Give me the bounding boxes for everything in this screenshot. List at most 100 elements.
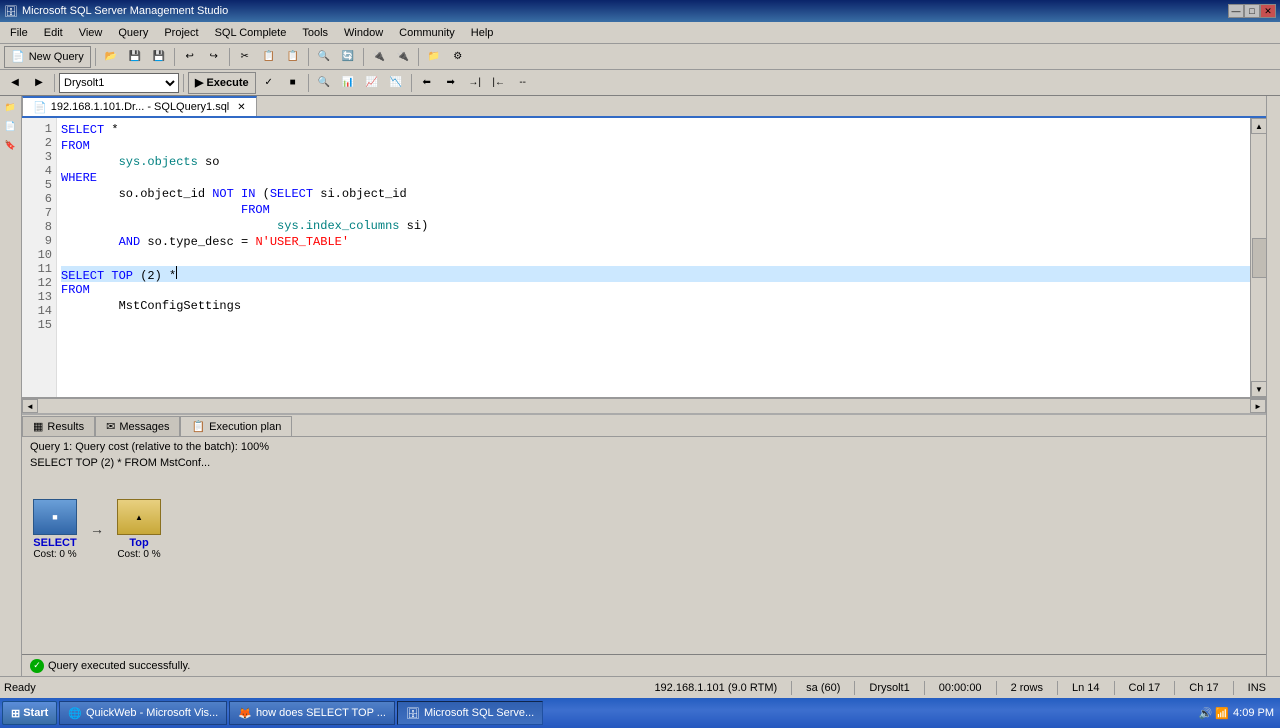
code-content[interactable]: SELECT * FROM sys.objects so WHERE so.ob… [57, 118, 1266, 397]
start-button[interactable]: ⊞ Start [2, 701, 57, 725]
object-explorer-button[interactable]: 📁 [423, 46, 445, 68]
menu-tools[interactable]: Tools [294, 22, 336, 43]
include-results-button[interactable]: 📊 [337, 72, 359, 94]
top-node-symbol: ▲ [135, 513, 143, 522]
browser-icon: 🌐 [68, 707, 82, 720]
align-right-button[interactable]: ➡ [440, 72, 462, 94]
menu-sqlcomplete[interactable]: SQL Complete [207, 22, 295, 43]
open-button[interactable]: 📂 [100, 46, 122, 68]
editor-tab-sqlquery1[interactable]: 📄 192.168.1.101.Dr... - SQLQuery1.sql ✕ [22, 96, 257, 116]
status-separator [1174, 681, 1175, 695]
db-info: Drysolt1 [863, 682, 915, 694]
menu-window[interactable]: Window [336, 22, 391, 43]
taskbar-item-ssms[interactable]: 🗄 Microsoft SQL Serve... [397, 701, 543, 725]
back-button[interactable]: ◀ [4, 72, 26, 94]
main-area: 📁 📄 🔖 📄 192.168.1.101.Dr... - SQLQuery1.… [0, 96, 1280, 676]
toolbar-separator [174, 48, 175, 66]
connect-button[interactable]: 🔌 [368, 46, 390, 68]
bookmark-toggle[interactable]: 🔖 [2, 136, 20, 154]
paste-button[interactable]: 📋 [282, 46, 304, 68]
menu-view[interactable]: View [71, 22, 111, 43]
results-label: Results [47, 421, 84, 433]
toolbar-separator [308, 48, 309, 66]
status-right: 192.168.1.101 (9.0 RTM) sa (60) Drysolt1… [648, 681, 1276, 695]
display-plan-button[interactable]: 📉 [385, 72, 407, 94]
messages-tab[interactable]: ✉ Messages [95, 416, 180, 436]
vertical-scrollbar[interactable]: ▲ ▼ [1250, 118, 1266, 397]
taskbar-item-quickweb[interactable]: 🌐 QuickWeb - Microsoft Vis... [59, 701, 227, 725]
forward-button[interactable]: ▶ [28, 72, 50, 94]
disconnect-button[interactable]: 🔌 [392, 46, 414, 68]
top-plan-node[interactable]: ▲ Top Cost: 0 % [114, 497, 164, 560]
server-info: 192.168.1.101 (9.0 RTM) [648, 682, 783, 694]
status-separator [1233, 681, 1234, 695]
tab-icon: 📄 [33, 101, 47, 114]
menu-edit[interactable]: Edit [36, 22, 71, 43]
app-icon: 🗄 [4, 5, 18, 18]
align-left-button[interactable]: ⬅ [416, 72, 438, 94]
menu-query[interactable]: Query [110, 22, 156, 43]
stop-button[interactable]: ■ [282, 72, 304, 94]
new-query-button[interactable]: 📄 New Query [4, 46, 91, 68]
indent-button[interactable]: →| [464, 72, 486, 94]
execution-plan-label: Execution plan [209, 421, 281, 433]
outdent-button[interactable]: |← [488, 72, 510, 94]
properties-button[interactable]: ⚙ [447, 46, 469, 68]
execute-label: Execute [206, 77, 248, 89]
bottom-panel: ▦ Results ✉ Messages 📋 Execution plan [22, 413, 1266, 676]
save-button[interactable]: 💾 [124, 46, 146, 68]
scroll-right-button[interactable]: ► [1250, 399, 1266, 413]
status-separator [1057, 681, 1058, 695]
scroll-up-button[interactable]: ▲ [1251, 118, 1266, 134]
scroll-down-button[interactable]: ▼ [1251, 381, 1266, 397]
taskbar-item-firefox[interactable]: 🦊 how does SELECT TOP ... [229, 701, 395, 725]
undo-button[interactable]: ↩ [179, 46, 201, 68]
messages-label: Messages [119, 421, 169, 433]
menu-file[interactable]: File [2, 22, 36, 43]
close-button[interactable]: ✕ [1260, 4, 1276, 18]
comment-button[interactable]: -- [512, 72, 534, 94]
object-explorer-toggle[interactable]: 📁 [2, 98, 20, 116]
toolbar-separator [418, 48, 419, 66]
execute-button[interactable]: ▶ Execute [188, 72, 256, 94]
toolbar-separator [54, 74, 55, 92]
menu-project[interactable]: Project [156, 22, 206, 43]
check-button[interactable]: ✓ [258, 72, 280, 94]
copy-button[interactable]: 📋 [258, 46, 280, 68]
login-info: sa (60) [800, 682, 846, 694]
save-all-button[interactable]: 💾 [148, 46, 170, 68]
select-node-label: SELECT [33, 537, 76, 549]
ins-mode: INS [1242, 682, 1272, 694]
code-editor[interactable]: 12345 678910 1112131415 SELECT * FROM sy… [22, 118, 1266, 398]
scroll-thumb[interactable] [1252, 238, 1266, 278]
status-left: Ready [4, 682, 648, 694]
maximize-button[interactable]: □ [1244, 4, 1260, 18]
code-line [61, 314, 1262, 330]
scroll-left-button[interactable]: ◄ [22, 399, 38, 413]
show-plan-button[interactable]: 📈 [361, 72, 383, 94]
results-tab[interactable]: ▦ Results [22, 416, 95, 436]
cut-button[interactable]: ✂ [234, 46, 256, 68]
find-button[interactable]: 🔍 [313, 46, 335, 68]
redo-button[interactable]: ↪ [203, 46, 225, 68]
top-node-label: Top [129, 537, 148, 549]
ssms-icon: 🗄 [406, 707, 420, 720]
code-line: FROM [61, 202, 1262, 218]
status-separator [924, 681, 925, 695]
menu-help[interactable]: Help [463, 22, 502, 43]
template-toggle[interactable]: 📄 [2, 117, 20, 135]
replace-button[interactable]: 🔄 [337, 46, 359, 68]
database-selector[interactable]: Drysolt1 [59, 73, 179, 93]
code-line: FROM [61, 282, 1262, 298]
code-line: WHERE [61, 170, 1262, 186]
minimize-button[interactable]: — [1228, 4, 1244, 18]
status-separator [854, 681, 855, 695]
menu-community[interactable]: Community [391, 22, 463, 43]
horizontal-scrollbar[interactable]: ◄ ► [22, 398, 1266, 413]
plan-arrow: → [90, 521, 104, 537]
execution-plan-tab[interactable]: 📋 Execution plan [180, 416, 292, 436]
parse-button[interactable]: 🔍 [313, 72, 335, 94]
taskbar-quickweb-label: QuickWeb - Microsoft Vis... [86, 707, 218, 719]
tab-close-button[interactable]: ✕ [237, 102, 245, 113]
toolbar-separator [411, 74, 412, 92]
